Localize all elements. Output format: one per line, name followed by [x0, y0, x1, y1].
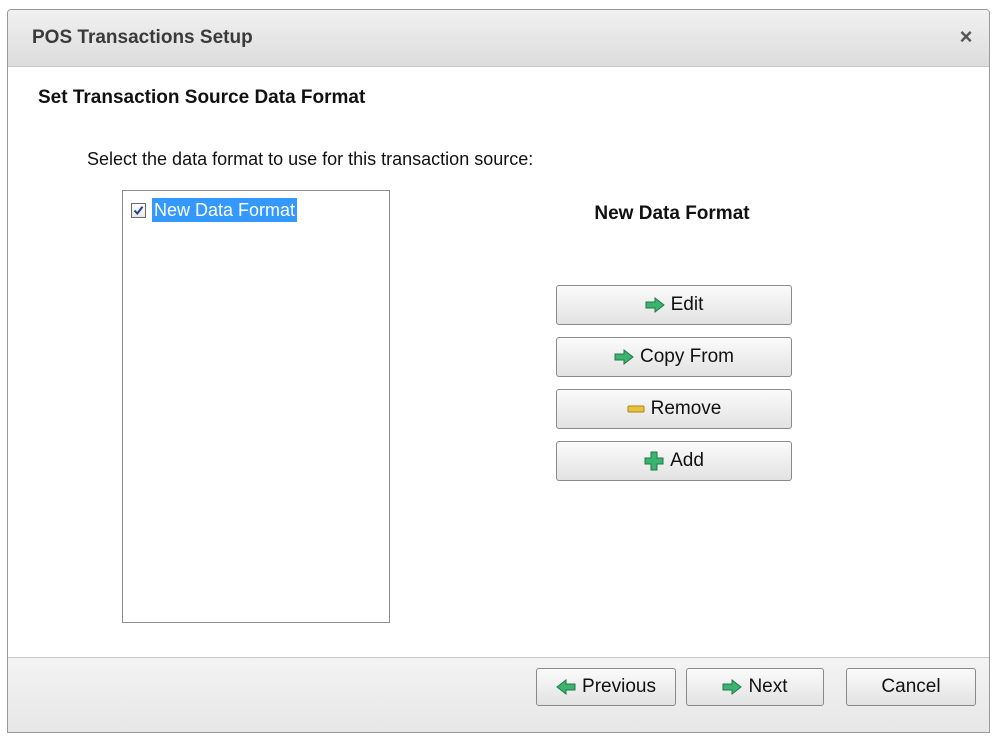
remove-label: Remove [650, 398, 722, 419]
footer-bar [8, 658, 989, 732]
footer-divider [8, 657, 989, 658]
pos-transactions-dialog: POS Transactions Setup × Set Transaction… [7, 9, 990, 733]
previous-button[interactable]: Previous [536, 668, 676, 706]
window-title: POS Transactions Setup [32, 27, 253, 48]
checkmark-icon [133, 205, 144, 215]
green-arrow-right-icon [645, 297, 665, 313]
add-button[interactable]: Add [556, 441, 792, 481]
title-bar[interactable]: POS Transactions Setup × [8, 10, 989, 67]
add-label: Add [670, 450, 704, 471]
green-arrow-right-icon [722, 679, 743, 695]
edit-label: Edit [670, 294, 704, 315]
green-arrow-right-icon [614, 349, 634, 365]
next-label: Next [748, 676, 788, 697]
remove-button[interactable]: Remove [556, 389, 792, 429]
copy-from-button[interactable]: Copy From [556, 337, 792, 377]
format-checkbox[interactable] [131, 202, 146, 218]
instruction-text: Select the data format to use for this t… [87, 149, 534, 169]
cancel-label: Cancel [881, 676, 941, 697]
section-heading: Set Transaction Source Data Format [38, 87, 366, 108]
data-format-list[interactable]: New Data Format [122, 190, 390, 623]
edit-button[interactable]: Edit [556, 285, 792, 325]
cancel-button[interactable]: Cancel [846, 668, 976, 706]
format-item-label: New Data Format [152, 198, 298, 222]
green-arrow-left-icon [556, 679, 576, 695]
selected-format-name: New Data Format [594, 203, 750, 224]
copy-from-label: Copy From [640, 346, 734, 367]
next-button[interactable]: Next [686, 668, 824, 706]
close-button[interactable]: × [953, 24, 979, 50]
green-plus-icon [644, 451, 664, 471]
previous-label: Previous [582, 676, 656, 697]
yellow-minus-icon [627, 404, 645, 414]
close-icon: × [959, 24, 973, 49]
list-item-new-data-format[interactable]: New Data Format [131, 197, 298, 223]
